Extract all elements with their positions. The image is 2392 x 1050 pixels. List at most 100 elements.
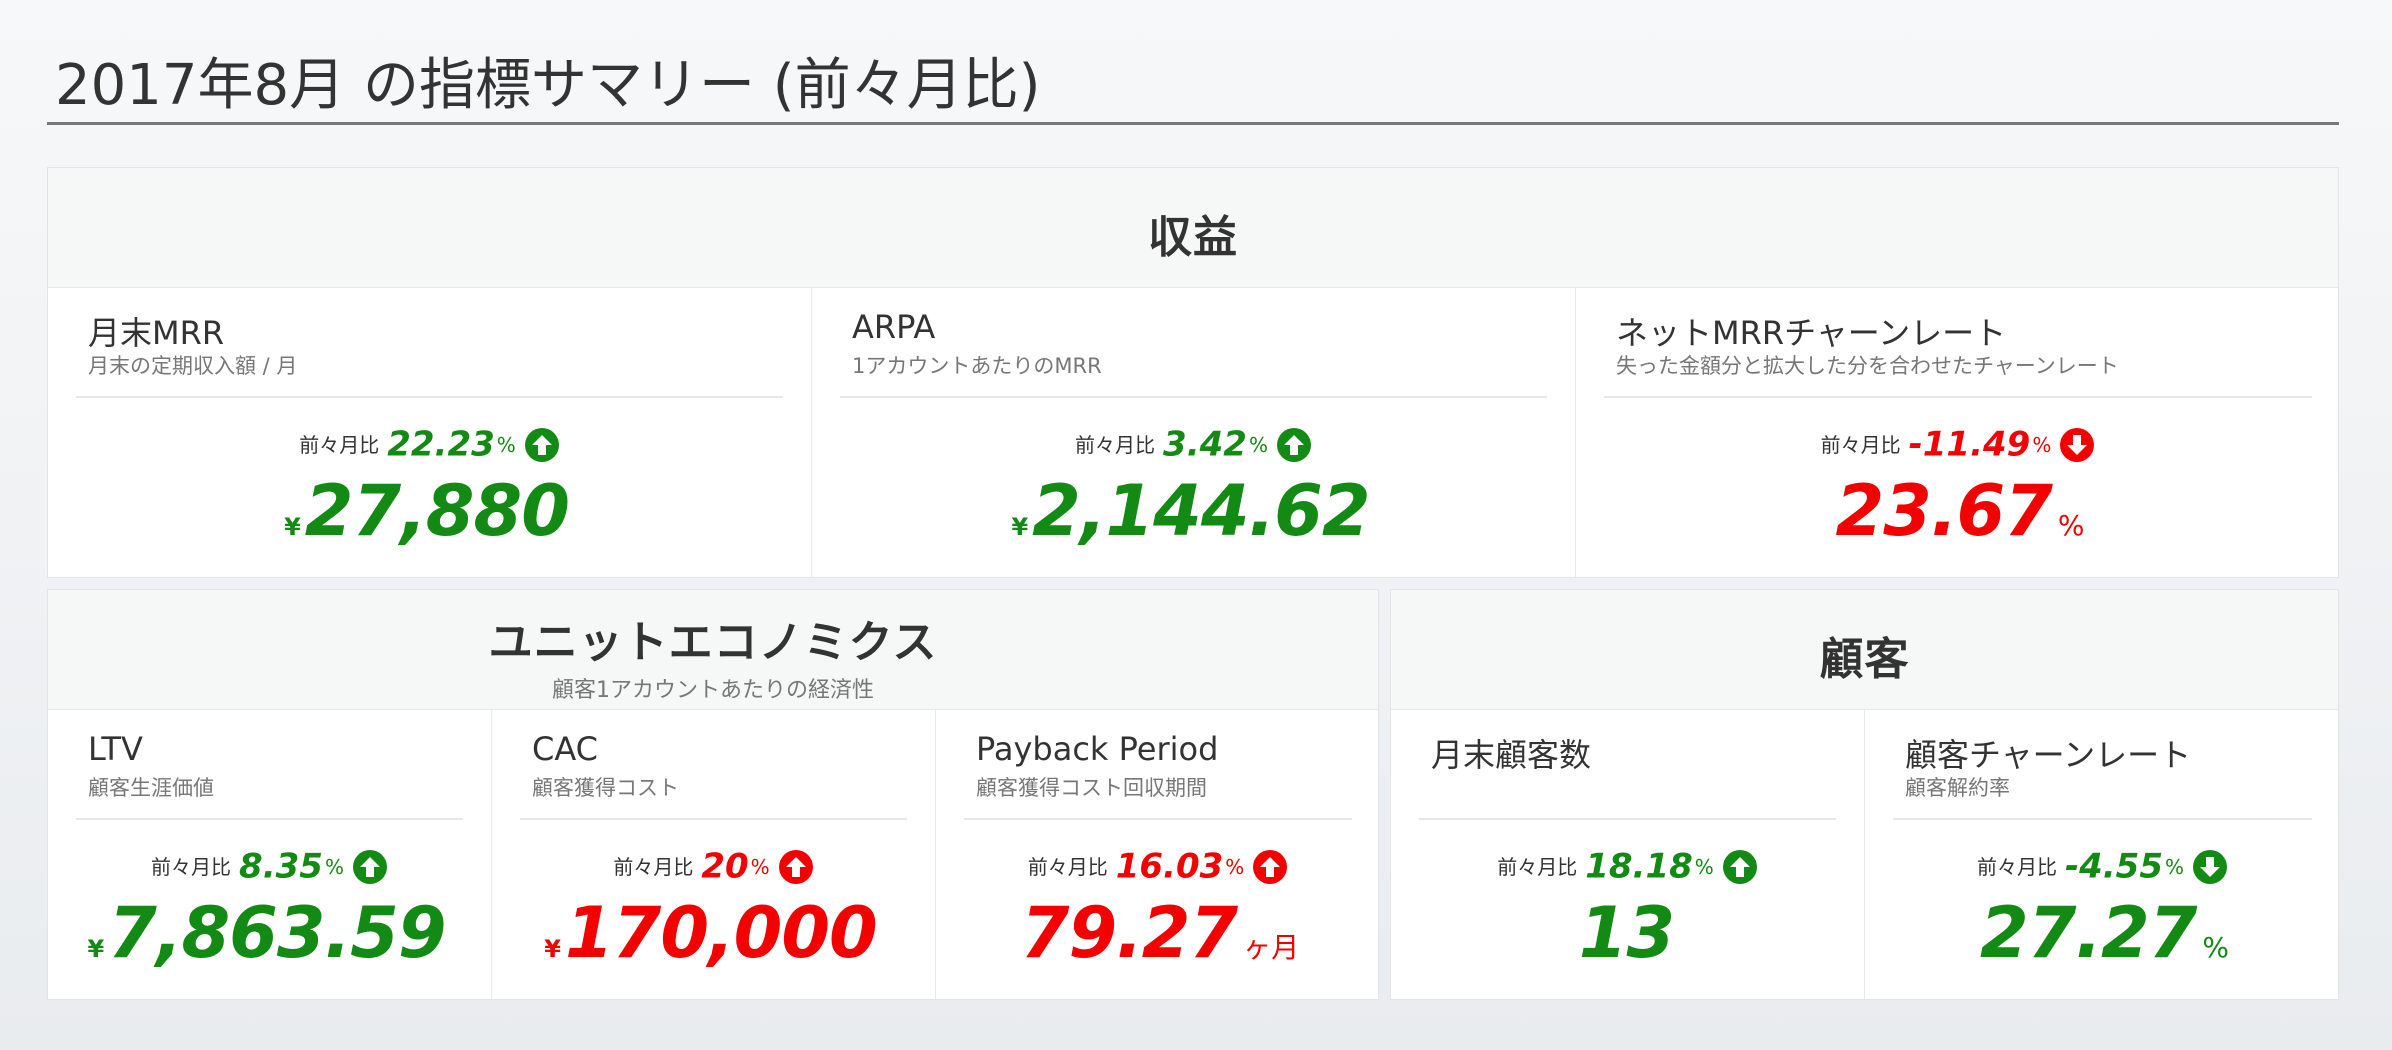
metric-description: 1アカウントあたりのMRR: [852, 354, 1102, 378]
metric-title: CAC: [532, 730, 599, 768]
metric-card-arpa: ARPA 1アカウントあたりのMRR 前々月比 3.42% ¥2,144.62: [812, 288, 1576, 577]
metric-value: 7,863.59: [108, 892, 446, 974]
card-divider: [520, 818, 907, 820]
main-value-row: ¥27,880: [48, 466, 811, 575]
customers-panel-title: 顧客: [1819, 634, 1910, 685]
delta-label: 前々月比: [613, 854, 694, 879]
arrow-up-circle-icon: [1722, 849, 1758, 885]
currency-prefix: ¥: [1011, 513, 1029, 541]
delta-unit: %: [1248, 432, 1268, 457]
metric-card-mrr: 月末MRR 月末の定期収入額 / 月 前々月比 22.23% ¥27,880: [48, 288, 812, 577]
arrow-up-circle-icon: [352, 849, 388, 885]
delta-value: 16.03: [1115, 846, 1224, 887]
title-divider: [47, 122, 2339, 125]
delta-label: 前々月比: [1976, 854, 2057, 879]
metric-card-ltv: LTV 顧客生涯価値 前々月比 8.35% ¥7,863.59: [48, 710, 492, 999]
metric-card-customer-churn: 顧客チャーンレート 顧客解約率 前々月比 -4.55% 27.27%: [1865, 710, 2338, 999]
unit-economics-panel: ユニットエコノミクス 顧客1アカウントあたりの経済性 LTV 顧客生涯価値 前々…: [47, 589, 1379, 1000]
card-divider: [1419, 818, 1836, 820]
metric-value: 23.67: [1835, 470, 2052, 552]
metric-description: 失った金額分と拡大した分を合わせたチャーンレート: [1616, 354, 2119, 378]
revenue-panel-title: 収益: [1148, 212, 1238, 263]
card-divider: [1893, 818, 2312, 820]
customers-panel-header: 顧客: [1391, 590, 2338, 710]
metric-card-payback-period: Payback Period 顧客獲得コスト回収期間 前々月比 16.03% 79…: [936, 710, 1378, 999]
main-value-row: ¥2,144.62: [812, 466, 1575, 575]
main-value-row: 13: [1391, 888, 1864, 997]
value-suffix: ヶ月: [1243, 931, 1300, 964]
delta-row: 前々月比 16.03%: [936, 846, 1378, 887]
delta-row: 前々月比 -11.49%: [1576, 424, 2338, 465]
currency-prefix: ¥: [87, 935, 105, 963]
main-value-row: ¥170,000: [492, 888, 935, 997]
metric-value: 79.27: [1020, 892, 1238, 974]
delta-value: 8.35: [239, 846, 323, 887]
delta-unit: %: [1694, 854, 1714, 879]
revenue-panel: 収益 月末MRR 月末の定期収入額 / 月 前々月比 22.23% ¥27,880…: [47, 167, 2339, 578]
delta-unit: %: [2032, 432, 2052, 457]
unit-economics-panel-title: ユニットエコノミクス: [488, 617, 938, 668]
metric-title: 月末MRR: [88, 314, 225, 352]
metric-description: 顧客獲得コスト: [532, 776, 679, 800]
card-divider: [1604, 396, 2312, 398]
arrow-down-circle-icon: [2059, 427, 2095, 463]
main-value-row: ¥7,863.59: [48, 888, 491, 997]
delta-unit: %: [750, 854, 770, 879]
delta-value: -11.49: [1908, 424, 2031, 465]
metric-value: 2,144.62: [1032, 470, 1370, 552]
delta-value: -4.55: [2064, 846, 2163, 887]
delta-row: 前々月比 8.35%: [48, 846, 491, 887]
delta-unit: %: [2164, 854, 2184, 879]
arrow-up-circle-icon: [1252, 849, 1288, 885]
page-title: 2017年8月 の指標サマリー (前々月比): [55, 53, 1041, 118]
delta-label: 前々月比: [1027, 854, 1108, 879]
delta-label: 前々月比: [1820, 432, 1901, 457]
main-value-row: 79.27 ヶ月: [936, 888, 1378, 997]
delta-row: 前々月比 -4.55%: [1865, 846, 2338, 887]
unit-economics-panel-header: ユニットエコノミクス 顧客1アカウントあたりの経済性: [48, 590, 1378, 710]
delta-unit: %: [1225, 854, 1245, 879]
card-divider: [76, 396, 783, 398]
arrow-down-circle-icon: [2192, 849, 2228, 885]
delta-row: 前々月比 20%: [492, 846, 935, 887]
main-value-row: 23.67%: [1576, 466, 2338, 575]
metric-description: 顧客生涯価値: [88, 776, 214, 800]
arrow-up-circle-icon: [1276, 427, 1312, 463]
currency-prefix: ¥: [544, 935, 561, 963]
metric-title: LTV: [88, 730, 143, 768]
delta-value: 18.18: [1585, 846, 1693, 887]
metric-title: Payback Period: [976, 730, 1219, 768]
metric-value: 13: [1578, 892, 1675, 974]
arrow-up-circle-icon: [524, 427, 560, 463]
delta-value: 20: [701, 846, 749, 887]
card-divider: [964, 818, 1352, 820]
customers-panel: 顧客 月末顧客数 前々月比 18.18% 13 顧客チャーンレート 顧客解約率 前…: [1390, 589, 2339, 1000]
metric-value: 27,880: [304, 470, 570, 552]
value-suffix: %: [2057, 509, 2085, 542]
metric-card-cac: CAC 顧客獲得コスト 前々月比 20% ¥170,000: [492, 710, 936, 999]
metric-description: 顧客獲得コスト回収期間: [976, 776, 1207, 800]
delta-label: 前々月比: [1497, 854, 1578, 879]
delta-unit: %: [324, 854, 344, 879]
delta-unit: %: [496, 432, 516, 457]
delta-label: 前々月比: [151, 854, 232, 879]
card-divider: [76, 818, 463, 820]
value-suffix: %: [2202, 931, 2230, 964]
card-divider: [840, 396, 1547, 398]
metric-title: 顧客チャーンレート: [1905, 736, 2192, 774]
metric-title: 月末顧客数: [1431, 736, 1592, 774]
unit-economics-panel-subtitle: 顧客1アカウントあたりの経済性: [552, 678, 874, 703]
metric-value: 170,000: [564, 892, 878, 974]
metric-card-net-mrr-churn: ネットMRRチャーンレート 失った金額分と拡大した分を合わせたチャーンレート 前…: [1576, 288, 2338, 577]
main-value-row: 27.27%: [1865, 888, 2338, 997]
arrow-up-circle-icon: [778, 849, 814, 885]
delta-label: 前々月比: [299, 432, 380, 457]
metric-title: ネットMRRチャーンレート: [1616, 314, 2007, 352]
metric-title: ARPA: [852, 308, 936, 346]
revenue-panel-header: 収益: [48, 168, 2338, 288]
delta-value: 3.42: [1163, 424, 1247, 465]
delta-row: 前々月比 18.18%: [1391, 846, 1864, 887]
delta-row: 前々月比 22.23%: [48, 424, 811, 465]
currency-prefix: ¥: [284, 513, 301, 541]
metric-description: 月末の定期収入額 / 月: [88, 354, 298, 378]
